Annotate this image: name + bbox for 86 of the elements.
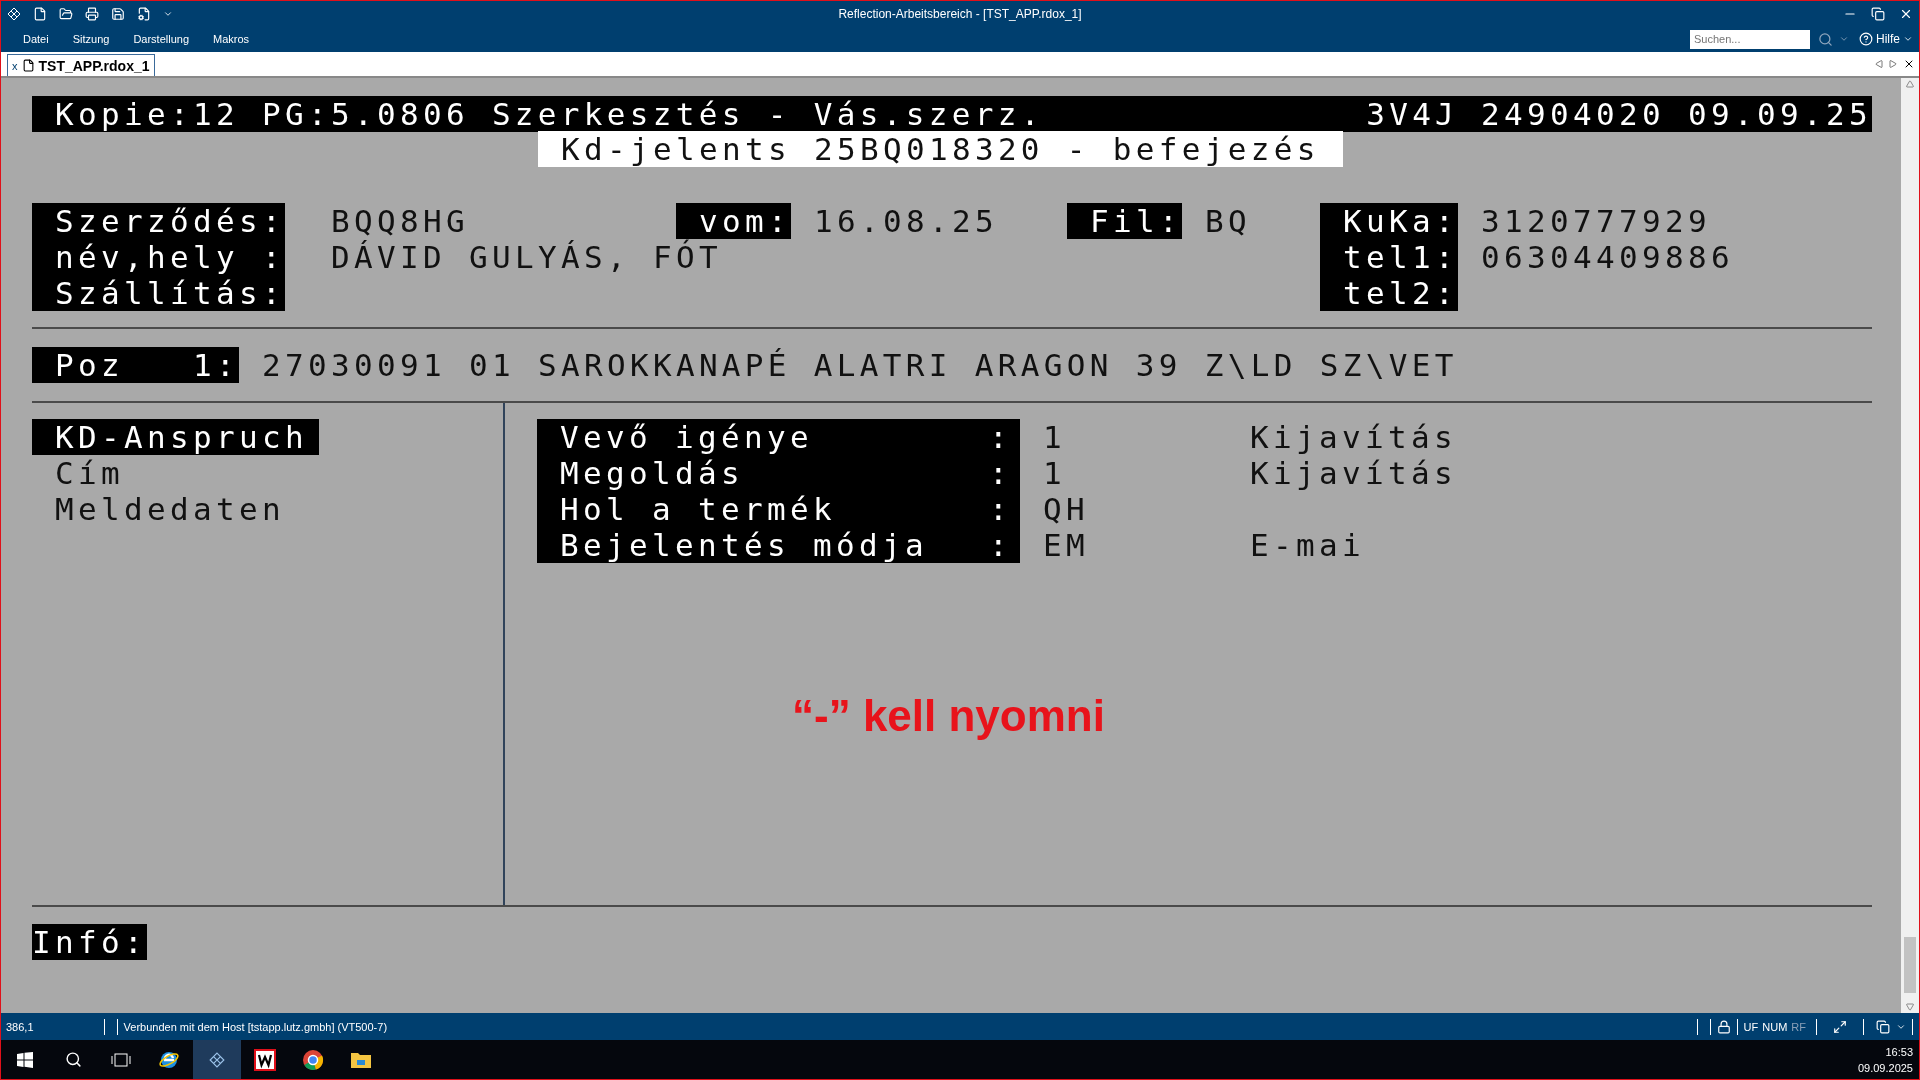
detail-description: E-mai bbox=[1250, 527, 1366, 563]
screen-id: 3V4J 24904020 09.09.25 bbox=[1366, 96, 1872, 132]
document-tab[interactable]: x TST_APP.rdox_1 bbox=[7, 54, 155, 76]
colon: : bbox=[989, 419, 1012, 455]
field-value: 3120777929 bbox=[1481, 203, 1712, 239]
print-icon[interactable] bbox=[85, 6, 99, 21]
annotation-text: “-” kell nyomni bbox=[792, 691, 1105, 741]
close-icon[interactable] bbox=[1903, 58, 1915, 70]
menu-item[interactable]: Makros bbox=[213, 33, 250, 45]
detail-label: Megoldás bbox=[560, 455, 744, 491]
field-label: vom: bbox=[676, 203, 791, 239]
menu-item[interactable]: Darstellung bbox=[133, 33, 190, 45]
status-indicator: RF bbox=[1791, 1020, 1806, 1033]
info-label: Infó: bbox=[32, 924, 147, 960]
dropdown-caret-icon[interactable] bbox=[1839, 34, 1849, 44]
detail-code: EM bbox=[1043, 527, 1090, 563]
document-icon bbox=[21, 59, 35, 72]
screen-title: Kopie:12 PG:5.0806 Szerkesztés - Vás.szerz. bbox=[55, 96, 1044, 132]
field-value: 06304409886 bbox=[1481, 239, 1735, 275]
field-label: Szerződés: bbox=[32, 203, 285, 239]
new-file-icon[interactable] bbox=[33, 6, 47, 21]
scrollbar-thumb[interactable] bbox=[1904, 937, 1916, 993]
save-icon[interactable] bbox=[111, 6, 125, 21]
menu-option[interactable]: Meldedaten bbox=[32, 491, 297, 527]
detail-description: Kijavítás bbox=[1250, 455, 1458, 491]
status-indicator: UF bbox=[1743, 1020, 1759, 1033]
screen-subtitle: Kd-jelents 25BQ018320 - befejezés bbox=[538, 131, 1343, 167]
clock-date: 09.09.2025 bbox=[1857, 1061, 1913, 1074]
colon: : bbox=[989, 491, 1012, 527]
app-logo-icon bbox=[209, 1051, 225, 1068]
tab-label: TST_APP.rdox_1 bbox=[38, 57, 150, 74]
vertical-scrollbar[interactable] bbox=[1901, 78, 1919, 1013]
field-label: név,hely : bbox=[32, 239, 285, 275]
restore-icon[interactable] bbox=[1871, 6, 1885, 21]
w-logo-icon bbox=[254, 1048, 276, 1071]
menu-option[interactable]: Cím bbox=[32, 455, 136, 491]
app-logo-icon bbox=[7, 6, 21, 21]
lock-icon bbox=[1716, 1019, 1731, 1034]
open-folder-icon[interactable] bbox=[59, 6, 73, 21]
clock-time: 16:53 bbox=[1885, 1045, 1913, 1058]
detail-label: Hol a termék bbox=[560, 491, 836, 527]
position-value: 27030091 01 SAROKKANAPÉ ALATRI ARAGON 39 Z\LD SZ\VET bbox=[262, 347, 1459, 383]
task-view-icon bbox=[111, 1051, 131, 1068]
scroll-left-icon[interactable] bbox=[1875, 60, 1883, 68]
field-label: KuKa: bbox=[1320, 203, 1458, 239]
position-label: Poz 1: bbox=[32, 347, 239, 383]
connection-status: Verbunden mit dem Host [tstapp.lutz.gmbh] (VT500-7) bbox=[123, 1020, 388, 1033]
help-icon bbox=[1859, 32, 1873, 46]
windows-icon[interactable] bbox=[1876, 1019, 1890, 1034]
search-field[interactable]: Suchen... bbox=[1690, 29, 1810, 49]
field-label: Szállítás: bbox=[32, 275, 285, 311]
detail-label: Vevő igénye bbox=[560, 419, 813, 455]
detail-description: Kijavítás bbox=[1250, 419, 1458, 455]
field-label: tel1: bbox=[1320, 239, 1458, 275]
dropdown-caret-icon bbox=[1903, 34, 1913, 44]
detail-code: QH bbox=[1043, 491, 1090, 527]
chrome-style-icon bbox=[302, 1048, 324, 1071]
menu-option[interactable]: KD-Anspruch bbox=[32, 419, 320, 455]
file-settings-icon[interactable] bbox=[137, 6, 151, 21]
field-label: tel2: bbox=[1320, 275, 1458, 311]
folder-icon bbox=[350, 1050, 372, 1069]
expand-icon[interactable] bbox=[1833, 1019, 1847, 1034]
scroll-down-icon[interactable] bbox=[1906, 1003, 1914, 1011]
clock[interactable]: 16:53 09.09.2025 bbox=[1857, 1045, 1919, 1074]
detail-code: 1 bbox=[1043, 455, 1067, 491]
menu-item[interactable]: Sitzung bbox=[72, 33, 110, 45]
field-value: BQ bbox=[1205, 203, 1252, 239]
field-value: 16.08.25 bbox=[814, 203, 999, 239]
field-value: DÁVID GULYÁS, FÓT bbox=[331, 239, 723, 275]
colon: : bbox=[989, 455, 1012, 491]
tab-close-button[interactable]: x bbox=[12, 59, 18, 72]
field-label: Fil: bbox=[1067, 203, 1182, 239]
scroll-right-icon[interactable] bbox=[1889, 60, 1897, 68]
menu-item[interactable]: Datei bbox=[23, 33, 49, 45]
detail-label: Bejelentés módja bbox=[560, 527, 928, 563]
window-title: Reflection-Arbeitsbereich - [TST_APP.rdox_1] bbox=[838, 6, 1082, 21]
scroll-up-icon[interactable] bbox=[1906, 80, 1914, 88]
search-icon bbox=[64, 1051, 82, 1068]
help-button[interactable]: Hilfe bbox=[1859, 32, 1913, 46]
search-icon[interactable] bbox=[1818, 31, 1833, 47]
cursor-position: 386,1 bbox=[6, 1020, 34, 1033]
windows-logo-icon bbox=[17, 1051, 33, 1068]
detail-code: 1 bbox=[1043, 419, 1067, 455]
status-indicator: NUM bbox=[1762, 1020, 1788, 1033]
field-value: BQQ8HG bbox=[331, 203, 470, 239]
colon: : bbox=[989, 527, 1012, 563]
